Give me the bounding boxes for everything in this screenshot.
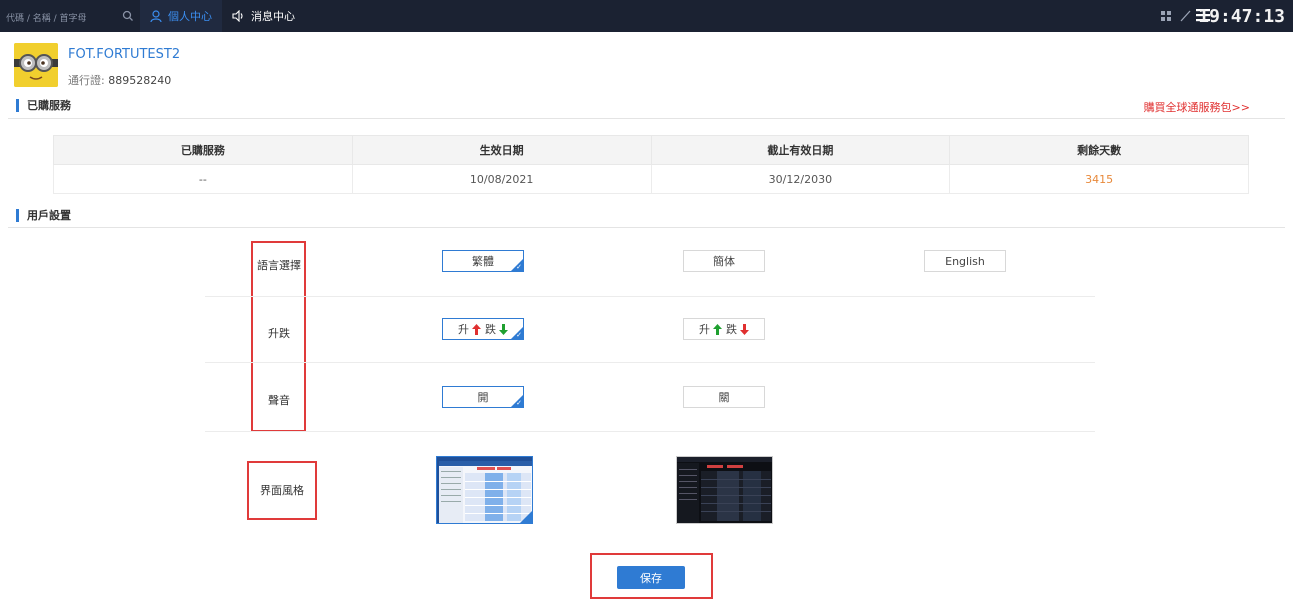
check-icon: ✓ [516,263,522,271]
language-option-english[interactable]: English [924,250,1006,272]
sound-label: 聲音 [268,394,290,407]
table-header-row: 已購服務 生效日期 截止有效日期 剩餘天數 [53,135,1249,165]
row-divider [205,362,1095,363]
avatar [14,43,58,87]
grid-icon[interactable] [1161,11,1172,22]
check-icon: ✓ [516,331,522,339]
table-cell: 30/12/2030 [650,164,951,194]
username: FOT.FORTUTEST2 [68,47,181,62]
language-option-traditional[interactable]: 繁體 ✓ [442,250,524,272]
search-icon[interactable] [122,9,134,23]
section-title-settings: 用戶設置 [16,209,71,222]
table-cell: -- [53,164,353,194]
down-label: 跌 [485,323,496,336]
selected-corner-icon [520,511,532,523]
pen-icon[interactable] [1180,10,1191,22]
option-label: 簡体 [713,255,735,268]
tab-personal-center[interactable]: 個人中心 [140,0,222,32]
clock: 19:47:13 [1198,6,1285,27]
search-placeholder: 代碼 / 名稱 / 首字母 [6,14,87,24]
user-icon [150,9,162,22]
column-header: 生效日期 [351,135,652,165]
option-label: English [945,254,985,268]
services-table: 已購服務 生效日期 截止有效日期 剩餘天數 -- 10/08/2021 30/1… [53,135,1249,194]
down-label: 跌 [726,323,737,336]
arrow-up-green-icon [713,323,722,335]
theme-option-dark[interactable] [676,456,773,524]
tab-personal-center-label: 個人中心 [168,10,212,23]
tab-message-center-label: 消息中心 [251,10,295,23]
column-header: 剩餘天數 [949,135,1249,165]
column-header: 已購服務 [53,135,353,165]
option-label: 關 [718,391,730,404]
theme-label: 界面風格 [260,484,304,497]
theme-dark-thumbnail [677,457,772,523]
remaining-days-cell: 3415 [949,164,1249,194]
pass-id-line: 通行證: 889528240 [68,72,171,88]
section-title-services: 已購服務 [16,99,71,112]
table-cell: 10/08/2021 [351,164,652,194]
speaker-icon [232,10,243,22]
section-divider [8,227,1285,228]
option-label: 開 [477,391,489,404]
arrow-up-red-icon [472,323,481,335]
up-label: 升 [458,323,469,336]
top-bar: 代碼 / 名稱 / 首字母 個人中心 消息中心 19:47:13 [0,0,1293,32]
updown-option-red-up[interactable]: 升 跌 ✓ [442,318,524,340]
arrow-down-red-icon [740,323,749,335]
column-header: 截止有效日期 [650,135,951,165]
updown-option-green-up[interactable]: 升 跌 [683,318,765,340]
option-label: 繁體 [472,255,494,268]
theme-light-thumbnail [437,457,532,523]
pass-label: 通行證: [68,74,105,87]
updown-label: 升跌 [268,327,290,340]
table-row: -- 10/08/2021 30/12/2030 3415 [53,164,1249,194]
buy-global-package-link[interactable]: 購買全球通服務包>> [1144,99,1250,115]
section-divider [8,118,1285,119]
theme-option-light[interactable] [436,456,533,524]
arrow-down-green-icon [499,323,508,335]
up-label: 升 [699,323,710,336]
pass-value: 889528240 [108,74,172,87]
sound-option-off[interactable]: 關 [683,386,765,408]
language-label: 語言選擇 [257,259,301,272]
language-option-simplified[interactable]: 簡体 [683,250,765,272]
save-button[interactable]: 保存 [617,566,685,589]
row-divider [205,296,1095,297]
tab-message-center[interactable]: 消息中心 [222,0,305,32]
row-divider [205,431,1095,432]
search-input[interactable]: 代碼 / 名稱 / 首字母 [6,9,136,25]
sound-option-on[interactable]: 開 ✓ [442,386,524,408]
check-icon: ✓ [516,399,522,407]
